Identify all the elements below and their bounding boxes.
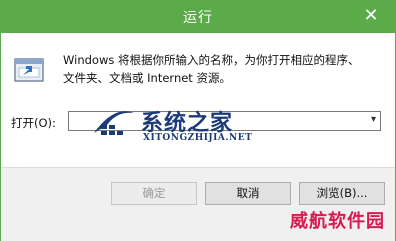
description-line-1: Windows 将根据你所输入的名称，为你打开相应的程序、 [63,53,360,67]
dialog-content: Windows 将根据你所输入的名称，为你打开相应的程序、 文件夹、文档或 In… [1,33,395,167]
title-bar[interactable]: 运行 ✕ [1,1,395,33]
cancel-button[interactable]: 取消 [205,182,291,205]
watermark-logo [94,111,134,135]
watermark-site-en: XITONGZHIJIA.NET [143,133,253,143]
ok-button[interactable]: 确定 [111,182,197,205]
run-icon [14,58,44,82]
site-watermark: 系统之家 XITONGZHIJIA.NET [89,99,269,149]
close-button[interactable]: ✕ [357,5,385,27]
chevron-down-icon[interactable]: ▾ [371,114,376,125]
corner-watermark: 威航软件园 [290,211,385,232]
open-label: 打开(O): [11,116,56,130]
run-dialog-window: 运行 ✕ Windows 将根据你所输入的名称，为你打开相应的程序、 文件夹、文… [0,0,396,241]
window-title: 运行 [183,10,213,26]
dialog-description: Windows 将根据你所输入的名称，为你打开相应的程序、 文件夹、文档或 In… [63,51,383,87]
browse-button[interactable]: 浏览(B)... [299,182,385,205]
close-icon: ✕ [363,5,379,26]
description-line-2: 文件夹、文档或 Internet 资源。 [63,71,231,85]
button-bar: 确定 取消 浏览(B)... 威航软件园 [1,167,395,241]
